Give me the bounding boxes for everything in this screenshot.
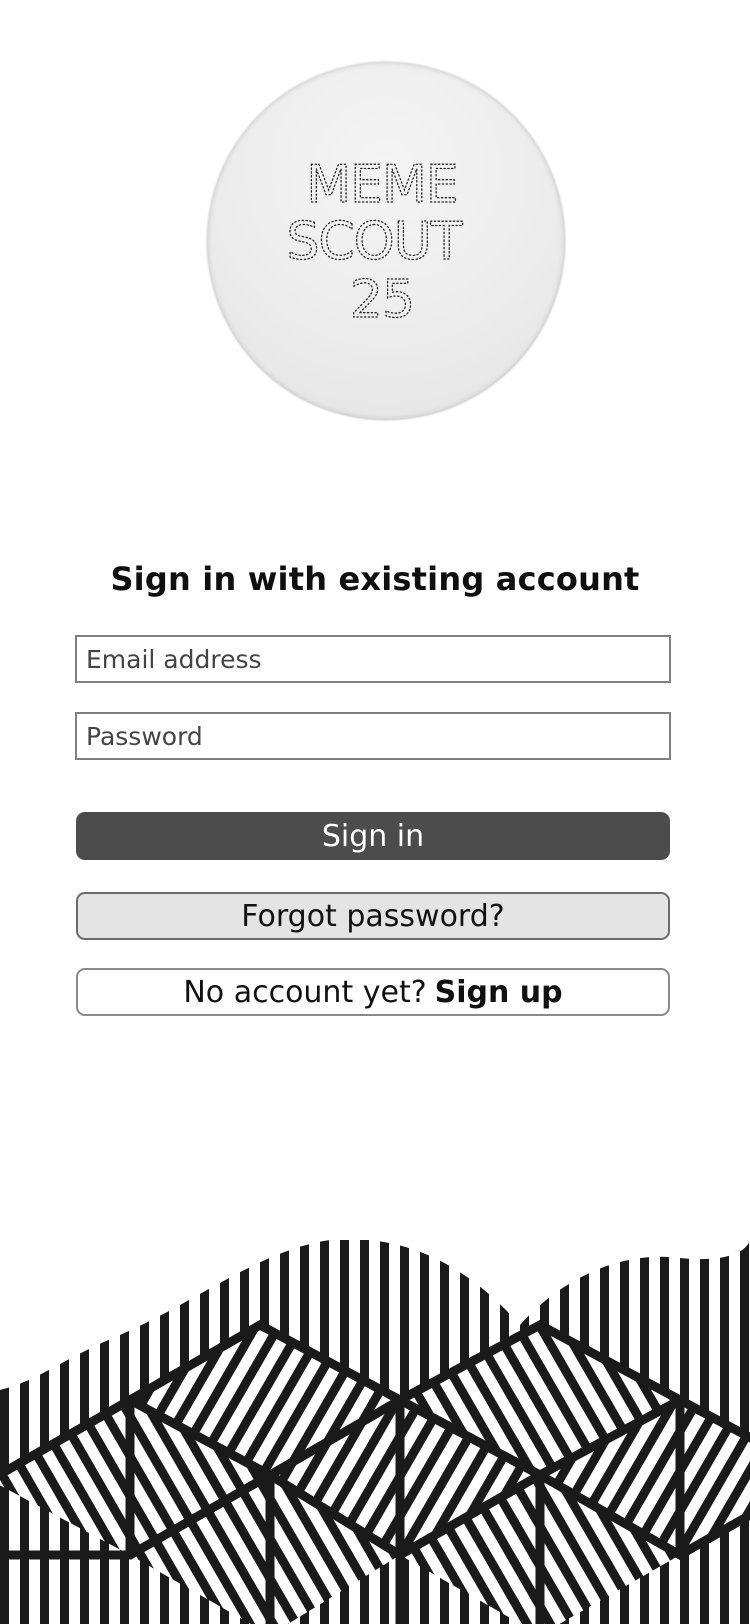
signup-prompt: No account yet? <box>183 974 427 1010</box>
logo-line-1: MEME <box>306 155 457 215</box>
signin-button[interactable]: Sign in <box>76 812 670 860</box>
pattern-fill <box>0 1240 750 1624</box>
signin-heading: Sign in with existing account <box>110 560 640 598</box>
forgot-password-label: Forgot password? <box>241 898 505 934</box>
app-logo: MEME SCOUT 25 <box>207 62 565 420</box>
password-field[interactable] <box>75 712 671 760</box>
logo-wordmark: MEME SCOUT 25 <box>286 154 465 330</box>
signup-link-label: Sign up <box>434 974 563 1010</box>
signup-button[interactable]: No account yet? Sign up <box>76 968 670 1016</box>
logo-line-2: SCOUT <box>286 212 462 272</box>
login-screen: MEME SCOUT 25 Sign in with existing acco… <box>0 0 750 1624</box>
email-field[interactable] <box>75 635 671 683</box>
forgot-password-button[interactable]: Forgot password? <box>76 892 670 940</box>
decorative-pattern <box>0 1240 750 1624</box>
logo-line-3: 25 <box>350 270 414 330</box>
signin-button-label: Sign in <box>321 818 425 854</box>
